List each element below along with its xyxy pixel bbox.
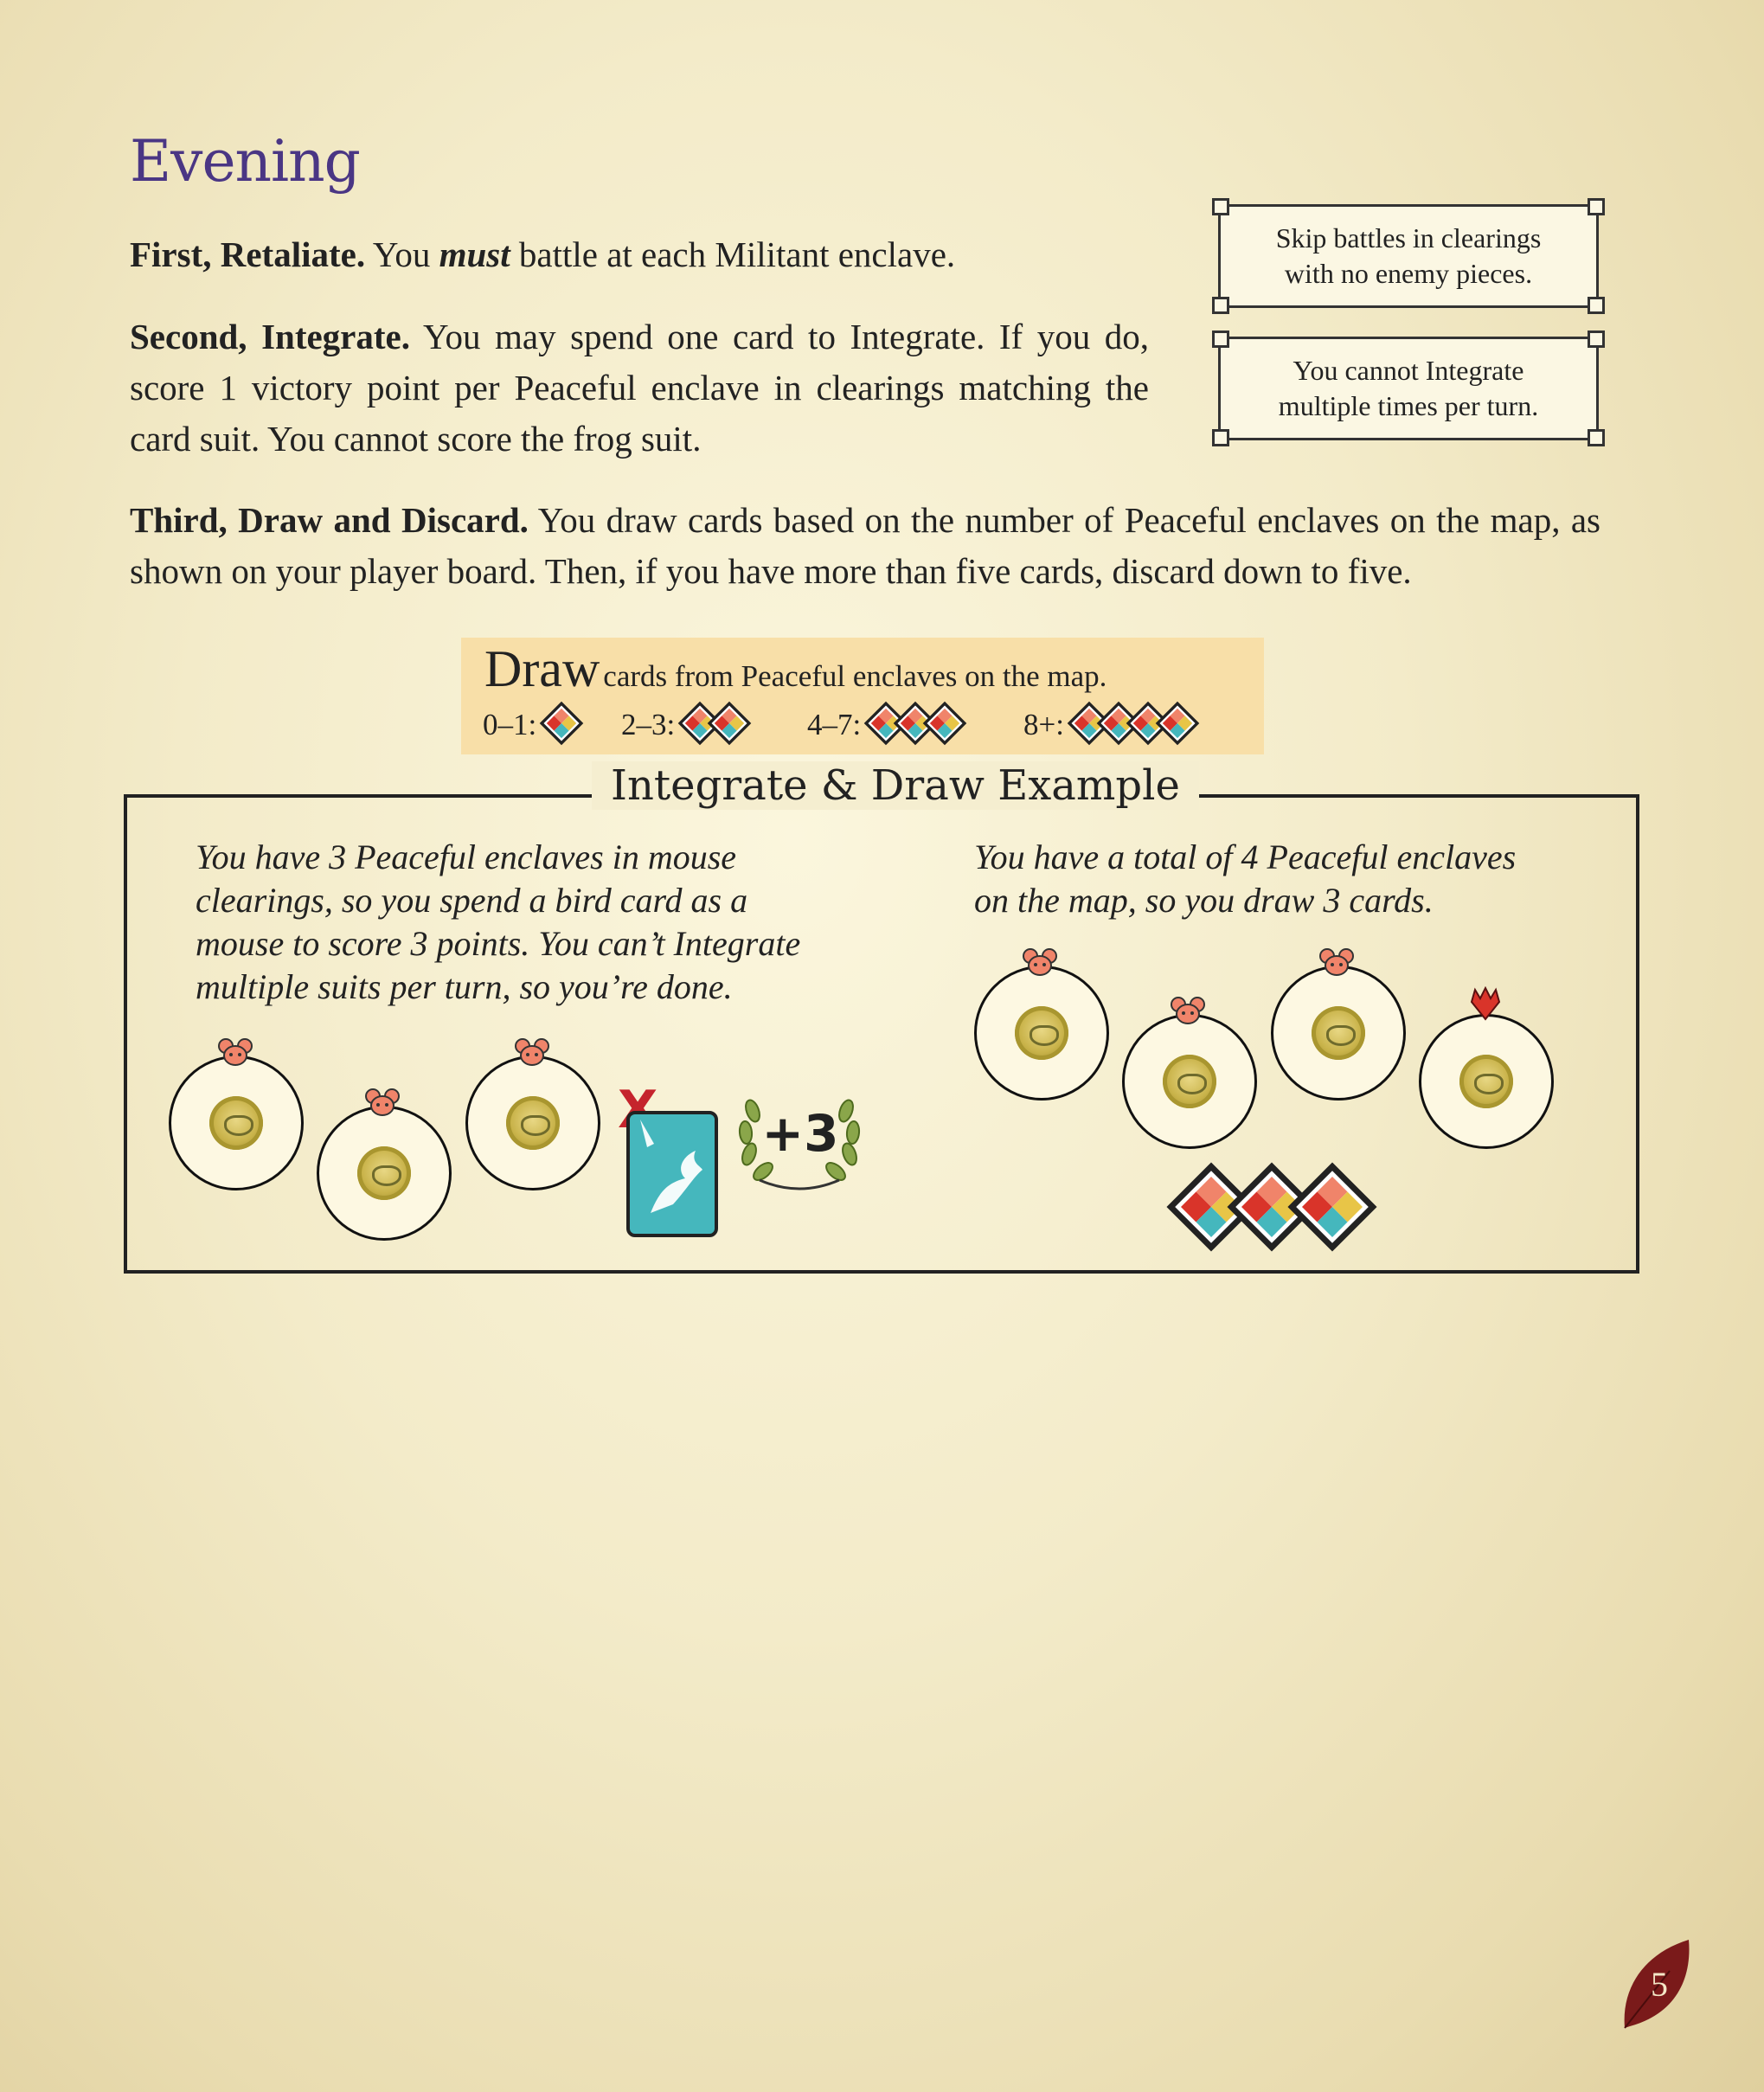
- peaceful-enclave-token: [1312, 1006, 1365, 1060]
- draw-tier: 8+:: [1023, 700, 1201, 750]
- card-icon: [1287, 1162, 1377, 1252]
- example-right-line: You have a total of 4 Peaceful enclaves: [974, 837, 1517, 876]
- clearing-mouse: [317, 1106, 452, 1241]
- draw-tier: 4–7:: [807, 700, 968, 750]
- step-retaliate-text-end: battle at each Militant enclave.: [510, 234, 956, 274]
- step-draw-discard: Third, Draw and Discard. You draw cards …: [130, 495, 1600, 597]
- draw-tier-label: 0–1:: [483, 708, 537, 741]
- example-right-text: You have a total of 4 Peaceful enclaves …: [974, 836, 1632, 922]
- example-left-line: clearings, so you spend a bird card as a: [196, 881, 748, 920]
- clearing-mouse: [465, 1056, 600, 1190]
- clearing-mouse: [1122, 1014, 1257, 1149]
- clearing-mouse: [974, 966, 1109, 1101]
- draw-description: cards from Peaceful enclaves on the map.: [603, 659, 1107, 693]
- peaceful-enclave-token: [506, 1096, 560, 1150]
- step-draw-title: Third, Draw and Discard.: [130, 500, 529, 540]
- example-title: Integrate & Draw Example: [592, 761, 1199, 810]
- card-icon: [1155, 701, 1200, 746]
- mouse-suit-icon: [1319, 948, 1354, 976]
- peaceful-enclave-token: [1163, 1055, 1216, 1108]
- draw-tier: 2–3:: [621, 700, 753, 750]
- draw-tier: 0–1:: [483, 700, 585, 750]
- card-icon: [539, 701, 584, 746]
- draw-table: Draw cards from Peaceful enclaves on the…: [461, 638, 1264, 754]
- card-icon: [707, 701, 752, 746]
- peaceful-enclave-token: [1015, 1006, 1068, 1060]
- mouse-suit-icon: [218, 1038, 253, 1066]
- step-retaliate-text: You: [365, 234, 439, 274]
- step-retaliate-emphasis: must: [439, 234, 510, 274]
- draw-tiers: 0–1: 2–3: 4–7: 8+:: [483, 700, 1261, 752]
- note-integrate-once: You cannot Integrate multiple times per …: [1212, 330, 1605, 446]
- example-left-line: multiple suits per turn, so you’re done.: [196, 967, 733, 1006]
- card-icon: [922, 701, 967, 746]
- page-title: Evening: [130, 128, 361, 195]
- peaceful-enclave-token: [1459, 1055, 1513, 1108]
- fox-suit-icon: [1470, 986, 1501, 1021]
- draw-tier-label: 8+:: [1023, 708, 1064, 741]
- step-integrate-title: Second, Integrate.: [130, 317, 410, 356]
- mouse-suit-icon: [365, 1088, 400, 1116]
- note-integrate-line2: multiple times per turn.: [1278, 390, 1539, 421]
- example-left-line: mouse to score 3 points. You can’t Integ…: [196, 924, 801, 963]
- step-retaliate-title: First, Retaliate.: [130, 234, 366, 274]
- score-value: +3: [761, 1104, 839, 1163]
- step-retaliate: First, Retaliate. You must battle at eac…: [130, 229, 1168, 280]
- peaceful-enclave-token: [209, 1096, 263, 1150]
- mouse-suit-icon: [1171, 997, 1205, 1024]
- step-integrate: Second, Integrate. You may spend one car…: [130, 311, 1149, 465]
- example-left-line: You have 3 Peaceful enclaves in mouse: [196, 837, 737, 876]
- drawn-cards: [1164, 1159, 1377, 1255]
- note-integrate-line1: You cannot Integrate: [1293, 355, 1524, 386]
- note-skip-battles: Skip battles in clearings with no enemy …: [1212, 198, 1605, 314]
- note-skip-line1: Skip battles in clearings: [1275, 222, 1542, 253]
- mouse-suit-icon: [515, 1038, 549, 1066]
- clearing-mouse: [1271, 966, 1406, 1101]
- clearing-mouse: [169, 1056, 304, 1190]
- mouse-suit-icon: [1023, 948, 1057, 976]
- example-right-line: on the map, so you draw 3 cards.: [974, 881, 1434, 920]
- note-skip-line2: with no enemy pieces.: [1284, 258, 1533, 289]
- draw-big-label: Draw: [484, 640, 600, 697]
- peaceful-enclave-token: [357, 1146, 411, 1200]
- draw-tier-label: 2–3:: [621, 708, 676, 741]
- example-left-text: You have 3 Peaceful enclaves in mouse cl…: [196, 836, 888, 1009]
- clearing-fox: [1419, 1014, 1554, 1149]
- draw-tier-label: 4–7:: [807, 708, 862, 741]
- bird-card-icon: [626, 1111, 718, 1237]
- page-number: 5: [1651, 1965, 1668, 2004]
